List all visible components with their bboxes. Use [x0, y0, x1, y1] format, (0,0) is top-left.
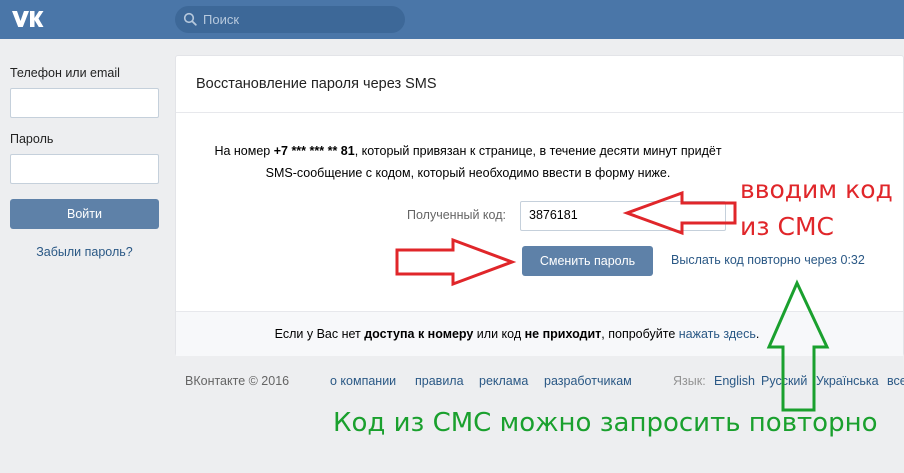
green-arrow-up-icon	[766, 279, 830, 412]
red-arrow-left-icon	[622, 190, 737, 236]
annotation-enter-code-line1: вводим код	[740, 175, 893, 204]
annotation-enter-code-line2: из СМС	[740, 212, 834, 241]
annotation-resend-note: Код из СМС можно запросить повторно	[333, 408, 878, 438]
red-arrow-right-icon	[395, 237, 517, 287]
